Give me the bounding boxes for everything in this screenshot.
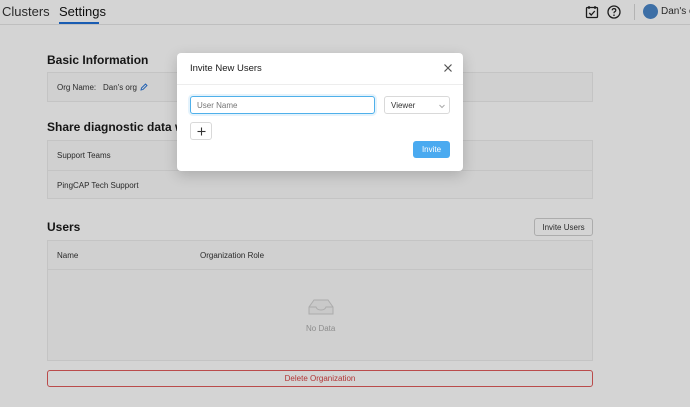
invite-submit-button[interactable]: Invite (413, 141, 450, 158)
add-row-button[interactable] (190, 122, 212, 140)
username-input[interactable] (190, 96, 375, 114)
plus-icon (197, 127, 206, 136)
invite-users-modal: Invite New Users Viewer Invite (177, 53, 463, 171)
modal-mask-top (0, 0, 690, 25)
modal-title: Invite New Users (190, 63, 262, 74)
close-icon[interactable] (443, 63, 453, 73)
role-select-value: Viewer (391, 101, 416, 110)
chevron-down-icon (439, 104, 445, 109)
role-select[interactable]: Viewer (384, 96, 450, 114)
modal-divider (177, 84, 463, 85)
